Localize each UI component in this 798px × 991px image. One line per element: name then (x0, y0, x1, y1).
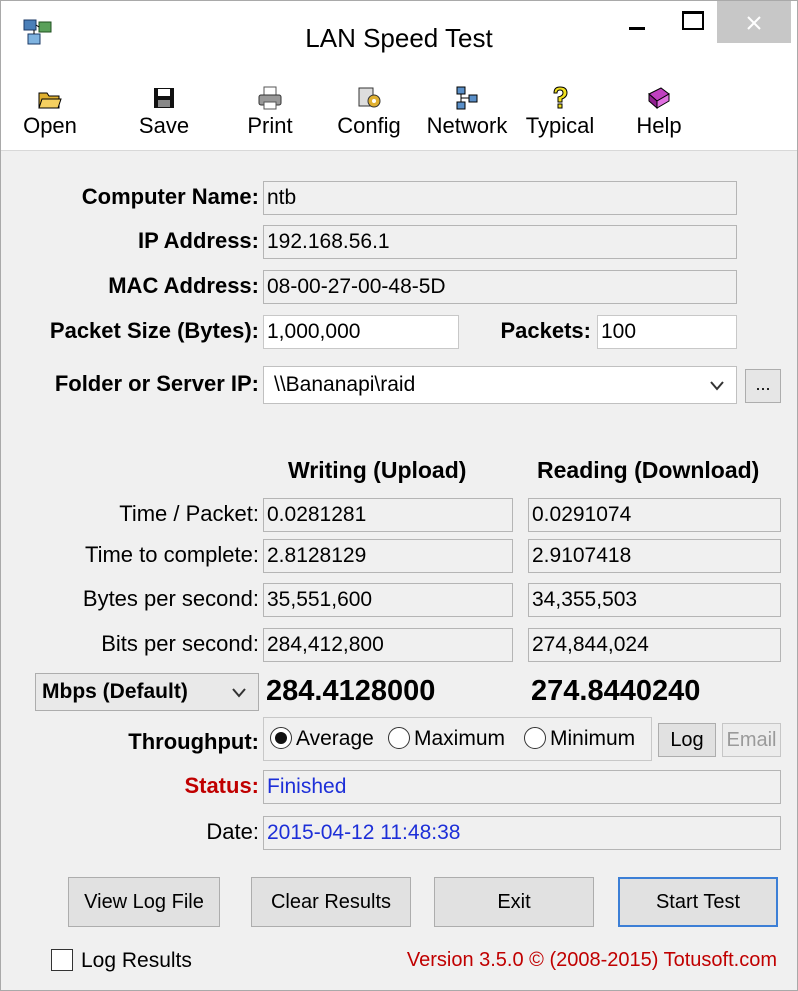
write-time-to-complete: 2.8128129 (263, 539, 513, 573)
radio-average[interactable]: Average (270, 727, 374, 751)
computer-name-field: ntb (263, 181, 737, 215)
folder-label: Folder or Server IP: (54, 371, 259, 396)
mac-address-label: MAC Address: (108, 273, 259, 298)
config-button[interactable]: Config (333, 83, 405, 149)
chevron-down-icon (710, 381, 724, 391)
ip-address-field: 192.168.56.1 (263, 225, 737, 259)
print-button[interactable]: Print (238, 83, 302, 149)
result-row-label: Time / Packet: (119, 501, 259, 526)
radio-average-label: Average (296, 727, 374, 750)
print-label: Print (247, 113, 293, 138)
email-button[interactable]: Email (722, 723, 781, 757)
typical-button[interactable]: Typical (517, 83, 603, 149)
config-gear-icon (358, 87, 381, 108)
write-speed-value: 284.4128000 (266, 675, 436, 707)
network-icon (456, 86, 478, 110)
title-bar: LAN Speed Test (1, 1, 797, 83)
view-log-file-button[interactable]: View Log File (68, 877, 220, 927)
network-button[interactable]: Network (421, 83, 513, 149)
browse-button[interactable]: ... (745, 369, 781, 403)
toolbar: Open Save Print Config Network Typical H… (1, 83, 797, 151)
packets-input[interactable]: 100 (597, 315, 737, 349)
packet-size-label: Packet Size (Bytes): (49, 318, 259, 343)
radio-minimum-dot (524, 727, 546, 749)
write-bits-per-second: 284,412,800 (263, 628, 513, 662)
date-field: 2015-04-12 11:48:38 (263, 816, 781, 850)
question-mark-icon (553, 86, 568, 109)
folder-value: \\Bananapi\raid (274, 373, 416, 396)
version-text: Version 3.5.0 © (2008-2015) Totusoft.com (406, 949, 777, 971)
read-time-to-complete: 2.9107418 (528, 539, 781, 573)
throughput-label: Throughput: (128, 729, 259, 754)
minimize-button[interactable] (611, 1, 667, 43)
clear-results-button[interactable]: Clear Results (251, 877, 411, 927)
packets-label: Packets: (500, 318, 591, 343)
start-test-button[interactable]: Start Test (618, 877, 778, 927)
log-results-checkbox[interactable] (51, 949, 73, 971)
radio-maximum-dot (388, 727, 410, 749)
save-label: Save (138, 113, 190, 138)
open-button[interactable]: Open (19, 83, 81, 149)
status-field: Finished (263, 770, 781, 804)
exit-button[interactable]: Exit (434, 877, 594, 927)
save-button[interactable]: Save (133, 83, 195, 149)
status-label: Status: (184, 773, 259, 798)
open-label: Open (23, 113, 77, 138)
app-window: LAN Speed Test Open Save Print Config Ne… (0, 0, 798, 991)
radio-average-dot (270, 727, 292, 749)
radio-minimum[interactable]: Minimum (524, 727, 635, 751)
writing-header: Writing (Upload) (288, 457, 467, 483)
maximize-button[interactable] (667, 1, 717, 43)
help-button[interactable]: Help (629, 83, 689, 149)
typical-label: Typical (525, 113, 595, 138)
radio-maximum[interactable]: Maximum (388, 727, 505, 751)
log-button[interactable]: Log (658, 723, 716, 757)
floppy-disk-icon (154, 88, 174, 108)
unit-value: Mbps (Default) (42, 680, 188, 703)
unit-select[interactable]: Mbps (Default) (35, 673, 259, 711)
radio-minimum-label: Minimum (550, 727, 636, 750)
computer-name-label: Computer Name: (81, 184, 259, 209)
close-icon (747, 16, 761, 30)
mac-address-field: 08-00-27-00-48-5D (263, 270, 737, 304)
date-label: Date: (206, 819, 259, 844)
read-speed-value: 274.8440240 (531, 675, 701, 707)
open-folder-icon (38, 92, 62, 109)
write-bytes-per-second: 35,551,600 (263, 583, 513, 617)
reading-header: Reading (Download) (537, 457, 760, 483)
result-row-label: Time to complete: (84, 542, 259, 567)
ip-address-label: IP Address: (137, 228, 259, 253)
network-label: Network (426, 113, 508, 138)
result-row-label: Bytes per second: (82, 586, 259, 611)
help-label: Help (636, 113, 682, 138)
read-bits-per-second: 274,844,024 (528, 628, 781, 662)
config-label: Config (337, 113, 401, 138)
help-book-icon (648, 87, 670, 110)
chevron-down-icon (232, 688, 246, 698)
radio-maximum-label: Maximum (414, 727, 506, 750)
log-results-label: Log Results (81, 949, 192, 972)
throughput-options: Average Maximum Minimum (263, 717, 652, 761)
read-bytes-per-second: 34,355,503 (528, 583, 781, 617)
packet-size-input[interactable]: 1,000,000 (263, 315, 459, 349)
result-row-label: Bits per second: (101, 631, 259, 656)
printer-icon (258, 86, 282, 110)
write-time-per-packet: 0.0281281 (263, 498, 513, 532)
read-time-per-packet: 0.0291074 (528, 498, 781, 532)
close-button[interactable] (717, 1, 791, 43)
folder-combobox[interactable]: \\Bananapi\raid (263, 366, 737, 404)
